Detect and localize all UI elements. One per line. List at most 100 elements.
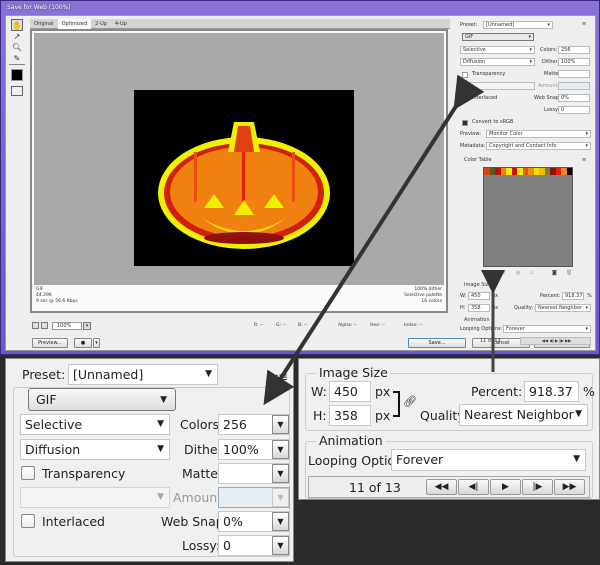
looping-value: Forever [396, 452, 444, 467]
preview-button[interactable]: Preview... [32, 338, 68, 348]
zoom-out-icon[interactable] [32, 322, 39, 329]
map-color-icon[interactable]: ▫ [502, 270, 505, 276]
first-frame-button[interactable]: ◀◀ [426, 479, 457, 495]
save-for-web-window: Save for Web (100%) ✋ ↗ 🔍︎ ✎ Original Op… [0, 0, 600, 355]
small-websnap-field[interactable]: 0% [558, 94, 590, 102]
lossy-field[interactable]: 0 ▼ [218, 535, 290, 556]
dither-dropdown-button[interactable]: ▼ [272, 440, 289, 459]
small-height-field[interactable]: 358 [468, 304, 490, 312]
convert-srgb-checkbox[interactable] [462, 120, 468, 126]
metadata-select[interactable]: Copyright and Contact Info [486, 142, 591, 150]
matte-dropdown-button[interactable]: ▼ [272, 464, 289, 483]
readout-alpha: Alpha: -- [338, 323, 357, 328]
chevron-down-icon: ▼ [575, 409, 582, 419]
readout-r: R: -- [254, 323, 264, 328]
websnap-dropdown-button[interactable]: ▼ [272, 512, 289, 531]
small-format-select[interactable]: GIF [462, 33, 534, 41]
colors-field[interactable]: 256 ▼ [218, 414, 290, 435]
lock-color-icon[interactable]: ⌂ [530, 270, 533, 276]
small-dither-field[interactable]: 100% [558, 58, 590, 66]
height-field[interactable]: 358 [329, 405, 371, 426]
small-percent-label: Percent: [540, 293, 561, 299]
constrain-bracket [393, 391, 400, 417]
small-h-unit: px [492, 305, 499, 311]
web-shift-icon[interactable]: ◍ [516, 270, 520, 276]
colors-dropdown-button[interactable]: ▼ [272, 415, 289, 434]
new-color-icon[interactable]: ◙ [552, 270, 557, 276]
small-amount-field [558, 82, 590, 90]
small-palette-select[interactable]: Selective [460, 46, 535, 54]
image-size-title: Image Size [316, 365, 391, 380]
small-panel-menu-icon[interactable]: ≡ [582, 21, 586, 27]
small-colors-field[interactable]: 256 [558, 46, 590, 54]
view-tabs: Original Optimized 2-Up 4-Up [30, 19, 450, 29]
tab-optimized[interactable]: Optimized [57, 19, 92, 29]
percent-unit: % [583, 384, 595, 399]
browser-dropdown-button[interactable]: ▾ [93, 338, 100, 348]
color-table-menu-icon[interactable]: ≡ [582, 157, 586, 163]
small-width-field[interactable]: 450 [468, 292, 490, 300]
hand-tool-icon[interactable]: ✋ [11, 19, 23, 31]
palette-select[interactable]: Selective ▼ [20, 414, 170, 435]
small-matte-field[interactable] [558, 70, 590, 78]
small-transparency-checkbox[interactable] [462, 72, 468, 78]
tab-original[interactable]: Original [30, 19, 58, 29]
chevron-down-icon: ▼ [157, 444, 164, 454]
preset-select[interactable]: [Unnamed] ▼ [68, 364, 218, 385]
eyedropper-color-swatch[interactable] [11, 69, 23, 81]
interlaced-label: Interlaced [42, 514, 105, 529]
browser-preview-icon[interactable]: ● [74, 338, 92, 348]
tab-4-up[interactable]: 4-Up [111, 19, 131, 29]
zoom-in-icon[interactable] [41, 322, 48, 329]
panel-menu-icon[interactable]: ▾≡ [272, 370, 288, 384]
small-image-size-label: Image Size [464, 282, 492, 288]
tab-2-up[interactable]: 2-Up [91, 19, 111, 29]
width-unit: px [375, 384, 391, 399]
small-preset-select[interactable]: [Unnamed] [483, 21, 553, 29]
dither-field[interactable]: 100% ▼ [218, 439, 290, 460]
looping-select[interactable]: Forever ▼ [391, 449, 586, 471]
lossy-dropdown-button[interactable]: ▼ [272, 536, 289, 555]
small-interlaced-checkbox[interactable] [462, 96, 468, 102]
zoom-dropdown-button[interactable]: ▾ [83, 322, 91, 330]
small-looping-select[interactable]: Forever [503, 325, 591, 333]
small-percent-field[interactable]: 918.37 [562, 292, 584, 300]
websnap-field[interactable]: 0% ▼ [218, 511, 290, 532]
chevron-down-icon: ▼ [205, 369, 212, 379]
dither-value: 100% [223, 442, 259, 457]
zoom-level-field[interactable]: 100% [52, 322, 82, 330]
frame-controls-box: 11 of 13 ◀◀ ◀| ▶ |▶ ▶▶ [308, 476, 590, 498]
small-quality-select[interactable]: Nearest Neighbor [535, 304, 591, 312]
toggle-slices-icon[interactable] [11, 86, 23, 96]
last-frame-button[interactable]: ▶▶ [554, 479, 585, 495]
small-dither-algo-select[interactable]: Diffusion [460, 58, 535, 66]
dither-algorithm-select[interactable]: Diffusion ▼ [20, 439, 170, 460]
small-anim-controls[interactable]: ◀◀ ◀| ▶ |▶ ▶▶ [520, 337, 591, 345]
small-animation-label: Animation [464, 317, 490, 323]
interlaced-checkbox[interactable] [21, 514, 35, 528]
preview-canvas[interactable]: GIF 44.29K 9 sec @ 56.6 Kbps 100% dither… [30, 29, 448, 313]
preview-mode-select[interactable]: Monitor Color [486, 130, 591, 138]
matte-field[interactable]: ▼ [218, 463, 290, 484]
transparency-label: Transparency [42, 466, 126, 481]
transparency-checkbox[interactable] [21, 466, 35, 480]
small-dither-label: Dither: [542, 59, 560, 65]
delete-color-icon[interactable]: 🗑︎ [566, 270, 572, 276]
previous-frame-button[interactable]: ◀| [458, 479, 489, 495]
width-field[interactable]: 450 [329, 381, 371, 402]
color-table[interactable] [483, 167, 573, 267]
window-title: Save for Web (100%) [7, 4, 71, 11]
quality-select[interactable]: Nearest Neighbor ▼ [459, 404, 588, 426]
height-unit: px [375, 408, 391, 423]
dither-algorithm-value: Diffusion [25, 442, 81, 457]
small-lossy-field[interactable]: 0 [558, 106, 590, 114]
readout-b: B: -- [298, 323, 308, 328]
color-swatch[interactable] [566, 168, 572, 175]
link-proportions-icon[interactable]: 🔗︎ [403, 395, 417, 408]
play-button[interactable]: ▶ [490, 479, 521, 495]
frame-counter: 11 of 13 [349, 480, 401, 495]
readout-hex: Hex: -- [370, 323, 385, 328]
transparency-dither-select: ▼ [20, 487, 170, 508]
percent-field[interactable]: 918.37 [524, 381, 579, 402]
next-frame-button[interactable]: |▶ [522, 479, 553, 495]
